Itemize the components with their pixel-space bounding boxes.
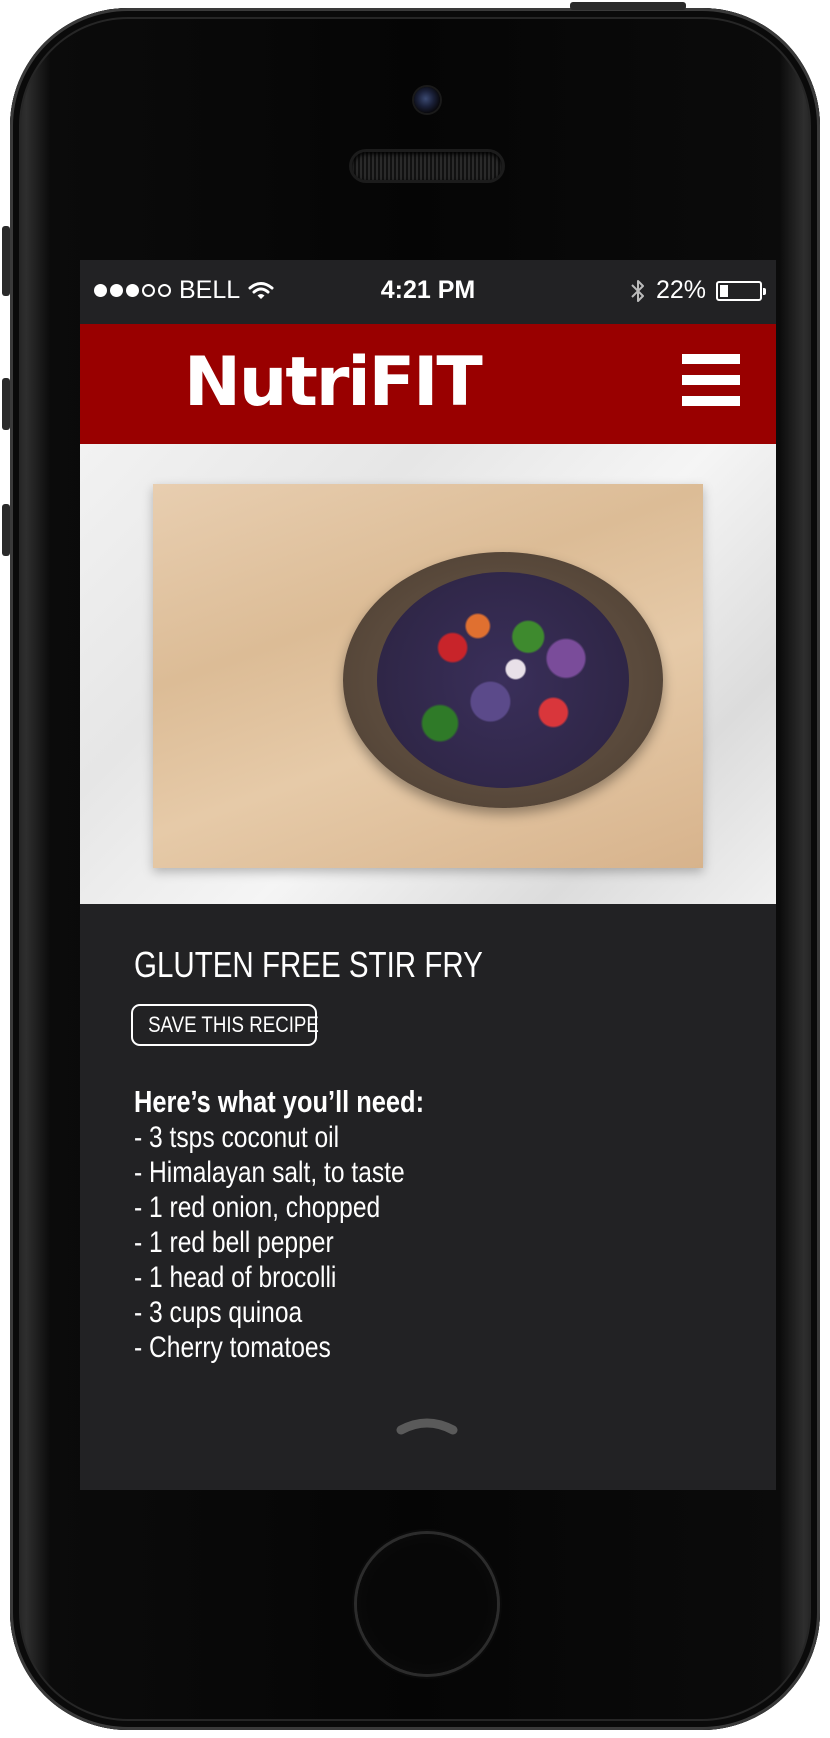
power-button (570, 2, 686, 10)
cutting-board (153, 484, 703, 868)
stir-fry-bowl (343, 552, 663, 808)
battery-percentage: 22% (655, 276, 706, 304)
ingredient-item: - Himalayan salt, to taste (134, 1156, 405, 1189)
status-right: 22% (630, 276, 766, 305)
recipe-title: GLUTEN FREE STIR FRY (134, 944, 483, 985)
battery-level (720, 284, 728, 297)
phone-frame: BELL 4:21 PM 22% NutriFIT GLUTEN FREE ST… (2, 2, 820, 1730)
battery-tip (763, 287, 766, 295)
ingredient-item: - Cherry tomatoes (134, 1331, 331, 1364)
status-bar: BELL 4:21 PM 22% (80, 260, 776, 324)
home-button[interactable] (357, 1534, 497, 1674)
stir-fry-vegetables (377, 572, 629, 788)
app-header: NutriFIT (80, 324, 776, 444)
recipe-content: GLUTEN FREE STIR FRY SAVE THIS RECIPE He… (80, 904, 776, 1490)
app-logo[interactable]: NutriFIT (184, 340, 483, 426)
bluetooth-icon (631, 279, 644, 302)
menu-bar (682, 354, 740, 364)
ingredient-item: - 1 head of brocolli (134, 1261, 337, 1294)
ingredient-item: - 1 red onion, chopped (134, 1191, 381, 1224)
ingredient-item: - 1 red bell pepper (134, 1226, 334, 1259)
earpiece-speaker (352, 152, 502, 180)
volume-up-button (2, 378, 10, 430)
chevron-up-icon[interactable] (396, 1414, 458, 1436)
save-recipe-label: SAVE THIS RECIPE (148, 1012, 319, 1037)
ingredient-item: - 3 tsps coconut oil (134, 1121, 340, 1154)
battery-icon (716, 280, 766, 301)
front-camera (414, 87, 440, 113)
recipe-hero-image (80, 444, 776, 904)
hamburger-menu-icon[interactable] (682, 354, 740, 408)
ingredients-list: - 3 tsps coconut oil - Himalayan salt, t… (134, 1120, 464, 1365)
ingredients-heading: Here’s what you’ll need: (134, 1084, 425, 1119)
volume-down-button (2, 504, 10, 556)
screen: BELL 4:21 PM 22% NutriFIT GLUTEN FREE ST… (80, 260, 776, 1490)
menu-bar (682, 375, 740, 385)
mute-switch (2, 226, 10, 296)
save-recipe-button[interactable]: SAVE THIS RECIPE (131, 1004, 319, 1046)
ingredient-item: - 3 cups quinoa (134, 1296, 303, 1329)
menu-bar (682, 396, 740, 406)
